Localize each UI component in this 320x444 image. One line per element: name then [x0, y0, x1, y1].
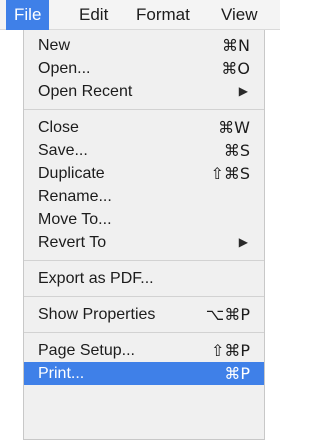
menu-item-open-recent[interactable]: Open Recent ▶	[24, 80, 264, 103]
menu-item-label: New	[38, 37, 71, 54]
menu-item-label: Close	[38, 119, 79, 136]
shortcut-label: ⌘W	[218, 118, 250, 137]
menu-item-new[interactable]: New ⌘N	[24, 34, 264, 57]
menu-item-label: Print...	[38, 365, 85, 382]
menu-bar: File Edit Format View	[0, 0, 280, 30]
menu-item-export-pdf[interactable]: Export as PDF...	[24, 267, 264, 290]
menu-item-close[interactable]: Close ⌘W	[24, 116, 264, 139]
menu-item-duplicate[interactable]: Duplicate ⇧⌘S	[24, 162, 264, 185]
menu-item-label: Move To...	[38, 211, 112, 228]
shortcut-label: ⇧⌘S	[210, 164, 250, 183]
menu-item-page-setup[interactable]: Page Setup... ⇧⌘P	[24, 339, 264, 362]
menu-item-label: Page Setup...	[38, 342, 135, 359]
menu-item-label: Export as PDF...	[38, 270, 154, 287]
menu-item-label: Open Recent	[38, 83, 133, 100]
menubar-edit[interactable]: Edit	[79, 0, 108, 30]
menu-item-label: Open...	[38, 60, 91, 77]
menu-item-revert-to[interactable]: Revert To ▶	[24, 231, 264, 254]
submenu-arrow-icon: ▶	[238, 84, 248, 98]
menu-separator	[24, 332, 264, 333]
menu-item-open[interactable]: Open... ⌘O	[24, 57, 264, 80]
menu-item-print[interactable]: Print... ⌘P	[24, 362, 264, 385]
file-menu-dropdown: New ⌘N Open... ⌘O Open Recent ▶ Close ⌘W…	[23, 30, 265, 440]
shortcut-label: ⌘P	[224, 364, 250, 383]
menu-item-show-properties[interactable]: Show Properties ⌥⌘P	[24, 303, 264, 326]
shortcut-label: ⇧⌘P	[210, 341, 250, 360]
menubar-file[interactable]: File	[6, 0, 50, 30]
shortcut-label: ⌘O	[221, 59, 250, 78]
shortcut-label: ⌘N	[222, 36, 250, 55]
menu-item-label: Revert To	[38, 234, 107, 251]
menu-separator	[24, 260, 264, 261]
menu-item-label: Show Properties	[38, 306, 156, 323]
submenu-arrow-icon: ▶	[238, 235, 248, 249]
shortcut-label: ⌘S	[223, 141, 250, 160]
menu-item-label: Duplicate	[38, 165, 105, 182]
menu-separator	[24, 109, 264, 110]
shortcut-label: ⌥⌘P	[205, 305, 250, 324]
menu-item-rename[interactable]: Rename...	[24, 185, 264, 208]
menubar-view[interactable]: View	[221, 0, 258, 30]
menu-item-move-to[interactable]: Move To...	[24, 208, 264, 231]
menu-item-save[interactable]: Save... ⌘S	[24, 139, 264, 162]
menubar-format[interactable]: Format	[136, 0, 190, 30]
menu-separator	[24, 296, 264, 297]
menu-item-label: Save...	[38, 142, 88, 159]
menu-item-label: Rename...	[38, 188, 112, 205]
